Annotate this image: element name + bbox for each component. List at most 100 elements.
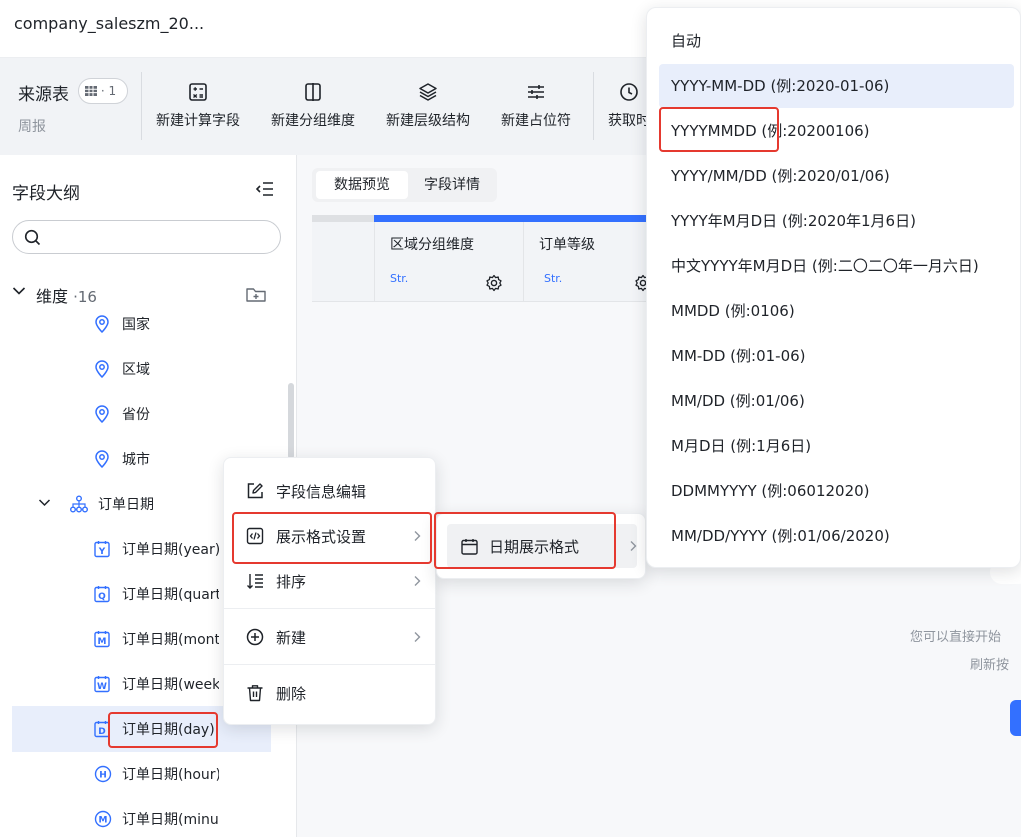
column-header-label: 区域分组维度	[390, 237, 474, 253]
svg-text:D: D	[98, 727, 105, 737]
column-type-label: Str.	[544, 272, 563, 285]
menu-item-sort[interactable]: 排序	[224, 559, 435, 603]
annotation-box-display-format	[232, 512, 432, 564]
chevron-down-icon[interactable]	[38, 498, 51, 507]
column-header-label: 订单等级	[539, 237, 595, 253]
trash-icon	[247, 685, 263, 702]
field-label: 国家	[122, 317, 150, 333]
new-calc-field-button[interactable]: 新建计算字段	[156, 82, 240, 138]
chevron-right-icon	[414, 632, 421, 642]
field-label: 订单日期(minute)	[122, 812, 219, 828]
source-subtitle: 周报	[18, 119, 46, 135]
source-count: · 1	[100, 84, 117, 98]
field-label: 城市	[122, 452, 150, 468]
edit-icon	[247, 483, 263, 499]
date-format-option[interactable]: YYYY年M月D日 (例:2020年1月6日)	[659, 199, 1014, 243]
field-label: 省份	[122, 407, 150, 423]
new-placeholder-label: 新建占位符	[501, 113, 571, 129]
chevron-right-icon	[630, 541, 637, 551]
menu-item-label: 新建	[276, 629, 307, 647]
menu-divider	[224, 608, 435, 609]
field-label: 订单日期(month)	[122, 632, 219, 648]
column-header[interactable]: 订单等级 Str.	[523, 222, 652, 302]
new-calc-field-label: 新建计算字段	[156, 113, 240, 129]
svg-text:Q: Q	[98, 592, 106, 602]
hierarchy-icon	[70, 495, 88, 513]
menu-item-new[interactable]: 新建	[224, 615, 435, 659]
data-preview-grid: 区域分组维度 Str. 订单等级 Str.	[312, 222, 652, 302]
group-dimension-icon	[305, 83, 321, 101]
menu-item-label: 排序	[276, 573, 307, 591]
date-format-option[interactable]: MM/DD/YYYY (例:01/06/2020)	[659, 514, 1014, 558]
search-input[interactable]	[47, 227, 267, 247]
gear-icon[interactable]	[485, 274, 503, 292]
date-format-option[interactable]: 自动	[659, 19, 1014, 63]
annotation-box-date-format	[434, 512, 616, 569]
window-title: company_saleszm_20...	[14, 14, 205, 33]
fetch-time-button[interactable]: 获取时	[608, 82, 650, 138]
chevron-right-icon	[414, 576, 421, 586]
field-search[interactable]	[12, 220, 281, 254]
new-group-dimension-button[interactable]: 新建分组维度	[271, 82, 355, 138]
field-label: 订单日期(year)	[122, 542, 219, 558]
add-folder-icon[interactable]	[246, 287, 266, 303]
chevron-down-icon	[12, 287, 26, 295]
search-icon	[24, 229, 41, 246]
grid-row-header-stripe	[312, 215, 374, 222]
menu-item-label: 删除	[276, 685, 307, 703]
field-item[interactable]: Q 订单日期(quarter)	[94, 583, 219, 605]
new-placeholder-button[interactable]: 新建占位符	[501, 82, 571, 138]
field-label: 订单日期(hour)	[122, 767, 219, 783]
empty-hint-line1: 您可以直接开始	[910, 630, 1002, 645]
empty-hint-line2: 刷新按	[970, 658, 1010, 673]
tab-field-details[interactable]: 字段详情	[410, 171, 494, 199]
date-format-option-highlighted[interactable]: YYYY-MM-DD (例:2020-01-06)	[659, 64, 1014, 108]
collapse-panel-icon[interactable]	[256, 181, 274, 197]
field-label: 区域	[122, 362, 150, 378]
date-format-option[interactable]: MM/DD (例:01/06)	[659, 379, 1014, 423]
dimension-count: ·16	[73, 288, 97, 306]
date-format-option[interactable]: MM-DD (例:01-06)	[659, 334, 1014, 378]
plus-circle-icon	[246, 628, 264, 646]
sliders-icon	[528, 85, 544, 99]
new-group-dimension-label: 新建分组维度	[271, 113, 355, 129]
field-item[interactable]: M 订单日期(minute)	[94, 808, 219, 830]
date-format-option[interactable]: YYYY/MM/DD (例:2020/01/06)	[659, 154, 1014, 198]
field-label: 订单日期(quarter)	[122, 587, 219, 603]
date-y-icon: Y	[94, 541, 110, 558]
new-hierarchy-label: 新建层级结构	[386, 113, 470, 129]
date-q-icon: Q	[94, 586, 110, 603]
menu-item-delete[interactable]: 删除	[224, 671, 435, 715]
date-format-option[interactable]: 中文YYYY年M月D日 (例:二〇二〇年一月六日)	[659, 244, 1014, 288]
annotation-box-day-field	[108, 712, 218, 748]
date-format-option[interactable]: M月D日 (例:1月6日)	[659, 424, 1014, 468]
menu-item-edit-field-info[interactable]: 字段信息编辑	[224, 469, 435, 513]
column-header[interactable]: 区域分组维度 Str.	[374, 222, 523, 302]
source-table[interactable]: 来源表 · 1 周报	[18, 78, 128, 135]
layers-icon	[419, 83, 437, 101]
date-format-option[interactable]: DDMMYYYY (例:06012020)	[659, 469, 1014, 513]
new-hierarchy-button[interactable]: 新建层级结构	[386, 82, 470, 138]
clock-icon	[620, 83, 638, 101]
field-item[interactable]: W 订单日期(week)	[94, 673, 219, 695]
field-item[interactable]: H 订单日期(hour)	[94, 763, 219, 785]
field-item[interactable]: M 订单日期(month)	[94, 628, 219, 650]
date-format-dropdown: 自动 YYYY-MM-DD (例:2020-01-06) YYYYMMDD (例…	[646, 7, 1021, 568]
dimension-group-label: 维度	[36, 287, 69, 306]
primary-button[interactable]	[1010, 700, 1021, 736]
source-count-badge[interactable]: · 1	[78, 78, 128, 104]
panel-title: 字段大纲	[12, 184, 80, 204]
tab-data-preview[interactable]: 数据预览	[316, 171, 408, 199]
field-label: 订单日期(week)	[122, 677, 219, 693]
field-context-menu: 字段信息编辑 展示格式设置 排序 新建 删除	[223, 457, 436, 725]
location-pin-icon	[95, 360, 109, 378]
svg-text:Y: Y	[98, 547, 106, 557]
grid-selected-stripe	[374, 215, 649, 222]
table-icon	[85, 86, 97, 96]
toolbar-divider	[141, 72, 142, 140]
scrollbar[interactable]	[288, 383, 294, 459]
field-item[interactable]: Y 订单日期(year)	[94, 538, 219, 560]
date-format-option[interactable]: MMDD (例:0106)	[659, 289, 1014, 333]
svg-text:W: W	[97, 682, 107, 692]
fetch-time-label: 获取时	[608, 113, 650, 129]
